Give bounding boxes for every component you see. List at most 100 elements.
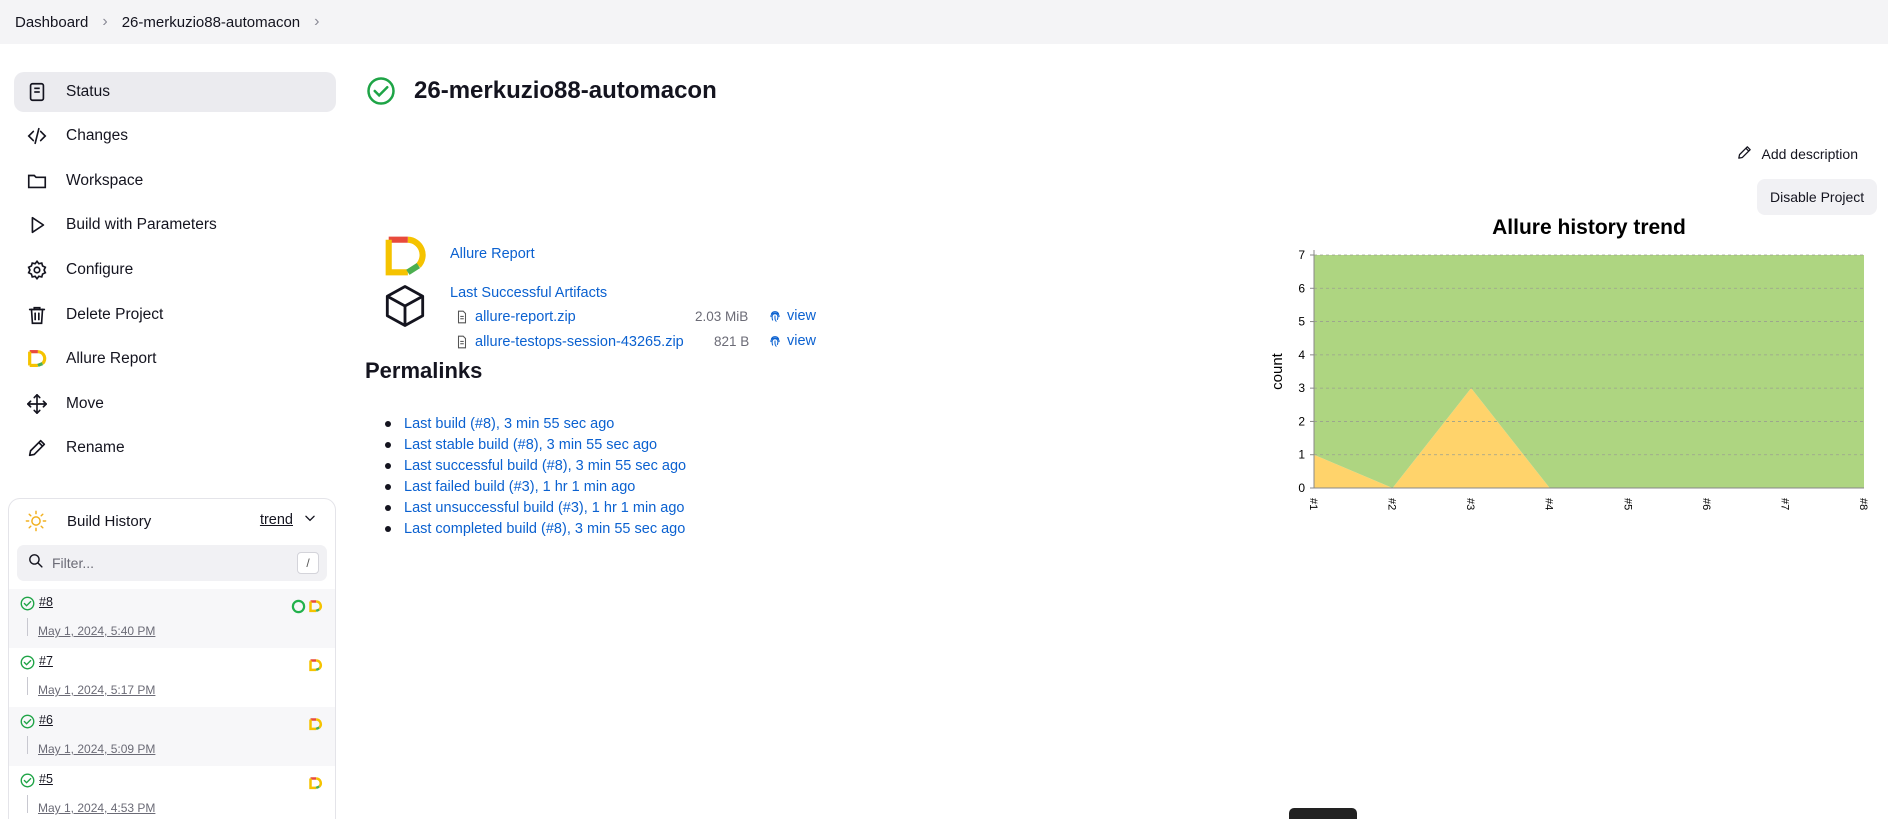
artifact-view-link[interactable]: view bbox=[768, 333, 816, 349]
allure-logo-icon[interactable] bbox=[382, 233, 428, 279]
build-badges[interactable] bbox=[308, 717, 323, 732]
build-row[interactable]: #5 May 1, 2024, 4:53 PM bbox=[9, 766, 335, 819]
sidebar-item-configure[interactable]: Configure bbox=[14, 250, 336, 290]
y-tick-label: 7 bbox=[1298, 248, 1305, 262]
sidebar-item-allure-report[interactable]: Allure Report bbox=[14, 339, 336, 379]
permalink-last-build[interactable]: Last build (#8), 3 min 55 sec ago bbox=[404, 416, 614, 432]
y-tick-label: 2 bbox=[1298, 414, 1305, 428]
breadcrumb-project[interactable]: 26-merkuzio88-automacon bbox=[122, 14, 300, 31]
sidebar-item-rename[interactable]: Rename bbox=[14, 428, 336, 468]
trend-dropdown[interactable]: trend bbox=[260, 511, 317, 529]
allure-logo-icon[interactable] bbox=[308, 776, 323, 791]
allure-logo-icon[interactable] bbox=[308, 717, 323, 732]
y-tick-label: 6 bbox=[1298, 281, 1305, 295]
fingerprint-icon bbox=[770, 336, 780, 347]
view-label[interactable]: view bbox=[787, 333, 816, 349]
build-filter-field[interactable]: / bbox=[17, 545, 327, 581]
sidebar-item-delete-project[interactable]: Delete Project bbox=[14, 295, 336, 335]
add-description-button[interactable]: Add description bbox=[1736, 144, 1858, 164]
search-icon bbox=[27, 552, 44, 574]
sidebar-item-label: Rename bbox=[66, 439, 125, 456]
bottom-tab-handle[interactable] bbox=[1289, 808, 1357, 819]
package-box-icon bbox=[385, 285, 425, 327]
page-title: 26-merkuzio88-automacon bbox=[414, 77, 717, 104]
sidebar-item-move[interactable]: Move bbox=[14, 384, 336, 424]
code-icon bbox=[26, 125, 48, 147]
timeline-connector bbox=[27, 795, 28, 813]
pencil-icon bbox=[26, 437, 48, 459]
artifact-view-link[interactable]: view bbox=[768, 308, 816, 324]
add-description-label[interactable]: Add description bbox=[1761, 146, 1858, 162]
pencil-icon bbox=[1736, 144, 1753, 164]
move-icon bbox=[26, 393, 48, 415]
build-date-link[interactable]: May 1, 2024, 5:17 PM bbox=[38, 683, 155, 697]
trend-label[interactable]: trend bbox=[260, 512, 293, 528]
sidebar-item-workspace[interactable]: Workspace bbox=[14, 161, 336, 201]
play-icon bbox=[26, 214, 48, 236]
sidebar-item-changes[interactable]: Changes bbox=[14, 116, 336, 156]
testops-icon[interactable] bbox=[291, 599, 306, 614]
artifact-row: allure-report.zip bbox=[455, 306, 576, 328]
build-history-panel: Build History trend / #8 May 1, 2024, 5:… bbox=[8, 498, 336, 819]
sidebar-item-label: Status bbox=[66, 83, 110, 100]
build-date-link[interactable]: May 1, 2024, 5:09 PM bbox=[38, 742, 155, 756]
build-badges[interactable] bbox=[291, 599, 323, 614]
build-badges[interactable] bbox=[308, 776, 323, 791]
build-filter-input[interactable] bbox=[52, 555, 282, 571]
artifact-size: 2.03 MiB bbox=[695, 309, 749, 324]
permalink-item: Last unsuccessful build (#3), 1 hr 1 min… bbox=[385, 497, 686, 518]
build-date-link[interactable]: May 1, 2024, 5:40 PM bbox=[38, 624, 155, 638]
success-check-icon bbox=[20, 773, 35, 788]
fingerprint-icon bbox=[770, 311, 780, 322]
x-tick-label: #1 bbox=[1307, 498, 1319, 510]
build-row[interactable]: #7 May 1, 2024, 5:17 PM bbox=[9, 648, 335, 707]
chevron-right-icon[interactable]: › bbox=[314, 13, 319, 31]
status-doc-icon bbox=[26, 81, 48, 103]
trend-chart-svg[interactable]: Allure history trend count 0 1 2 3 4 5 6 7 #1 #2 #3 #… bbox=[1268, 210, 1878, 530]
sun-icon bbox=[25, 510, 47, 532]
x-tick-label: #2 bbox=[1386, 498, 1398, 510]
last-successful-artifacts-link[interactable]: Last Successful Artifacts bbox=[450, 285, 607, 301]
sidebar-item-status[interactable]: Status bbox=[14, 72, 336, 112]
allure-logo-icon bbox=[26, 348, 48, 370]
build-date-link[interactable]: May 1, 2024, 4:53 PM bbox=[38, 801, 155, 815]
build-number-link[interactable]: #7 bbox=[39, 654, 53, 668]
breadcrumb-dashboard[interactable]: Dashboard bbox=[15, 14, 88, 31]
build-number-link[interactable]: #8 bbox=[39, 595, 53, 609]
breadcrumb: Dashboard › 26-merkuzio88-automacon › bbox=[0, 0, 1888, 44]
permalink-last-unsuccessful-build[interactable]: Last unsuccessful build (#3), 1 hr 1 min… bbox=[404, 500, 684, 516]
x-tick-label: #3 bbox=[1464, 498, 1476, 510]
build-row[interactable]: #8 May 1, 2024, 5:40 PM bbox=[9, 589, 335, 648]
chart-ylabel: count bbox=[1269, 352, 1286, 390]
build-row[interactable]: #6 May 1, 2024, 5:09 PM bbox=[9, 707, 335, 766]
y-tick-label: 0 bbox=[1298, 481, 1305, 495]
gear-icon bbox=[26, 259, 48, 281]
artifact-link[interactable]: allure-testops-session-43265.zip bbox=[475, 334, 684, 350]
sidebar-item-build-with-parameters[interactable]: Build with Parameters bbox=[14, 205, 336, 245]
build-badges[interactable] bbox=[308, 658, 323, 673]
success-check-icon bbox=[20, 655, 35, 670]
y-tick-label: 3 bbox=[1298, 381, 1305, 395]
folder-icon bbox=[26, 170, 48, 192]
permalink-last-stable-build[interactable]: Last stable build (#8), 3 min 55 sec ago bbox=[404, 437, 657, 453]
allure-report-link[interactable]: Allure Report bbox=[450, 246, 535, 262]
allure-trend-chart[interactable]: Allure history trend count 0 1 2 3 4 5 6 7 #1 #2 #3 #… bbox=[1268, 210, 1878, 530]
allure-logo-icon[interactable] bbox=[308, 599, 323, 614]
build-number-link[interactable]: #5 bbox=[39, 772, 53, 786]
sidebar-item-label: Configure bbox=[66, 261, 134, 278]
allure-logo-icon[interactable] bbox=[308, 658, 323, 673]
x-tick-label: #5 bbox=[1621, 498, 1633, 510]
timeline-connector bbox=[27, 618, 28, 636]
permalink-last-completed-build[interactable]: Last completed build (#8), 3 min 55 sec … bbox=[404, 521, 685, 537]
timeline-connector bbox=[27, 736, 28, 754]
chevron-down-icon[interactable] bbox=[303, 511, 317, 529]
y-tick-label: 4 bbox=[1298, 348, 1305, 362]
artifact-link[interactable]: allure-report.zip bbox=[475, 309, 576, 325]
permalink-last-failed-build[interactable]: Last failed build (#3), 1 hr 1 min ago bbox=[404, 479, 635, 495]
view-label[interactable]: view bbox=[787, 308, 816, 324]
timeline-connector bbox=[27, 677, 28, 695]
permalink-last-successful-build[interactable]: Last successful build (#8), 3 min 55 sec… bbox=[404, 458, 686, 474]
build-number-link[interactable]: #6 bbox=[39, 713, 53, 727]
sidebar-item-label: Changes bbox=[66, 127, 129, 144]
file-icon bbox=[457, 335, 467, 349]
